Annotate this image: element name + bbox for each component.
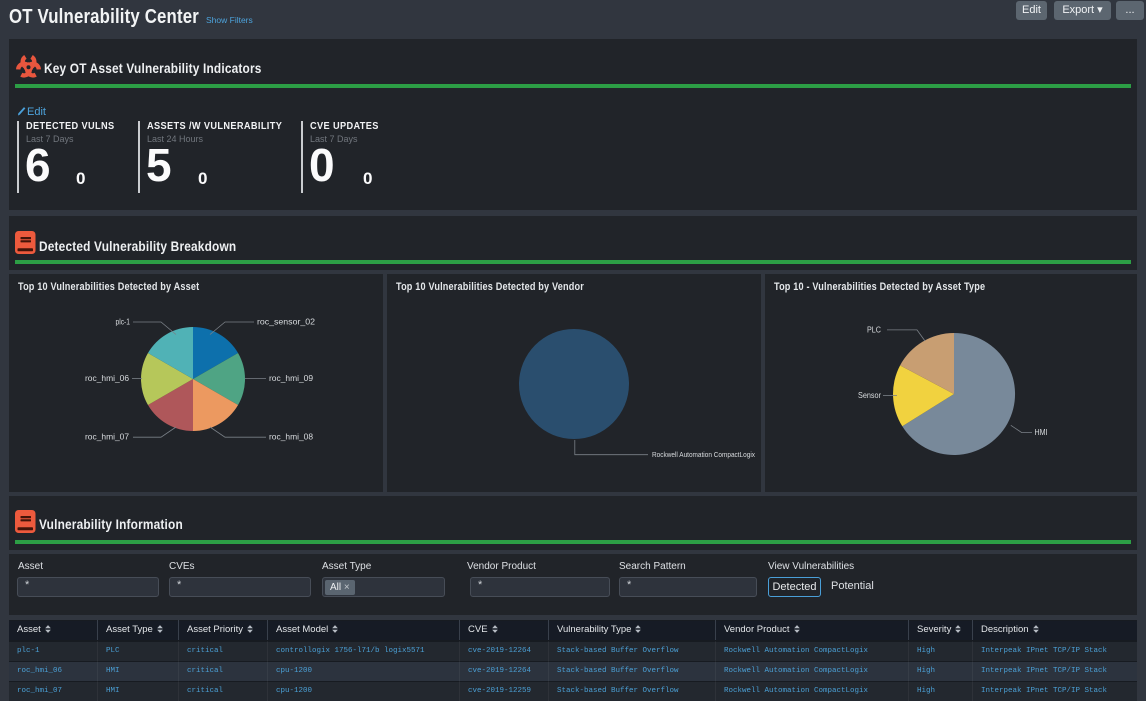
- svg-text:plc-1: plc-1: [116, 318, 131, 327]
- svg-text:roc_sensor_02: roc_sensor_02: [257, 318, 315, 327]
- svg-text:roc_hmi_08: roc_hmi_08: [269, 433, 313, 442]
- svg-text:roc_hmi_07: roc_hmi_07: [85, 433, 129, 442]
- svg-text:PLC: PLC: [867, 325, 881, 334]
- svg-text:roc_hmi_09: roc_hmi_09: [269, 374, 313, 383]
- svg-text:Rockwell Automation CompactLog: Rockwell Automation CompactLogix: [652, 450, 755, 459]
- svg-text:Sensor: Sensor: [858, 391, 881, 400]
- svg-text:HMI: HMI: [1035, 428, 1048, 437]
- svg-text:roc_hmi_06: roc_hmi_06: [85, 374, 129, 383]
